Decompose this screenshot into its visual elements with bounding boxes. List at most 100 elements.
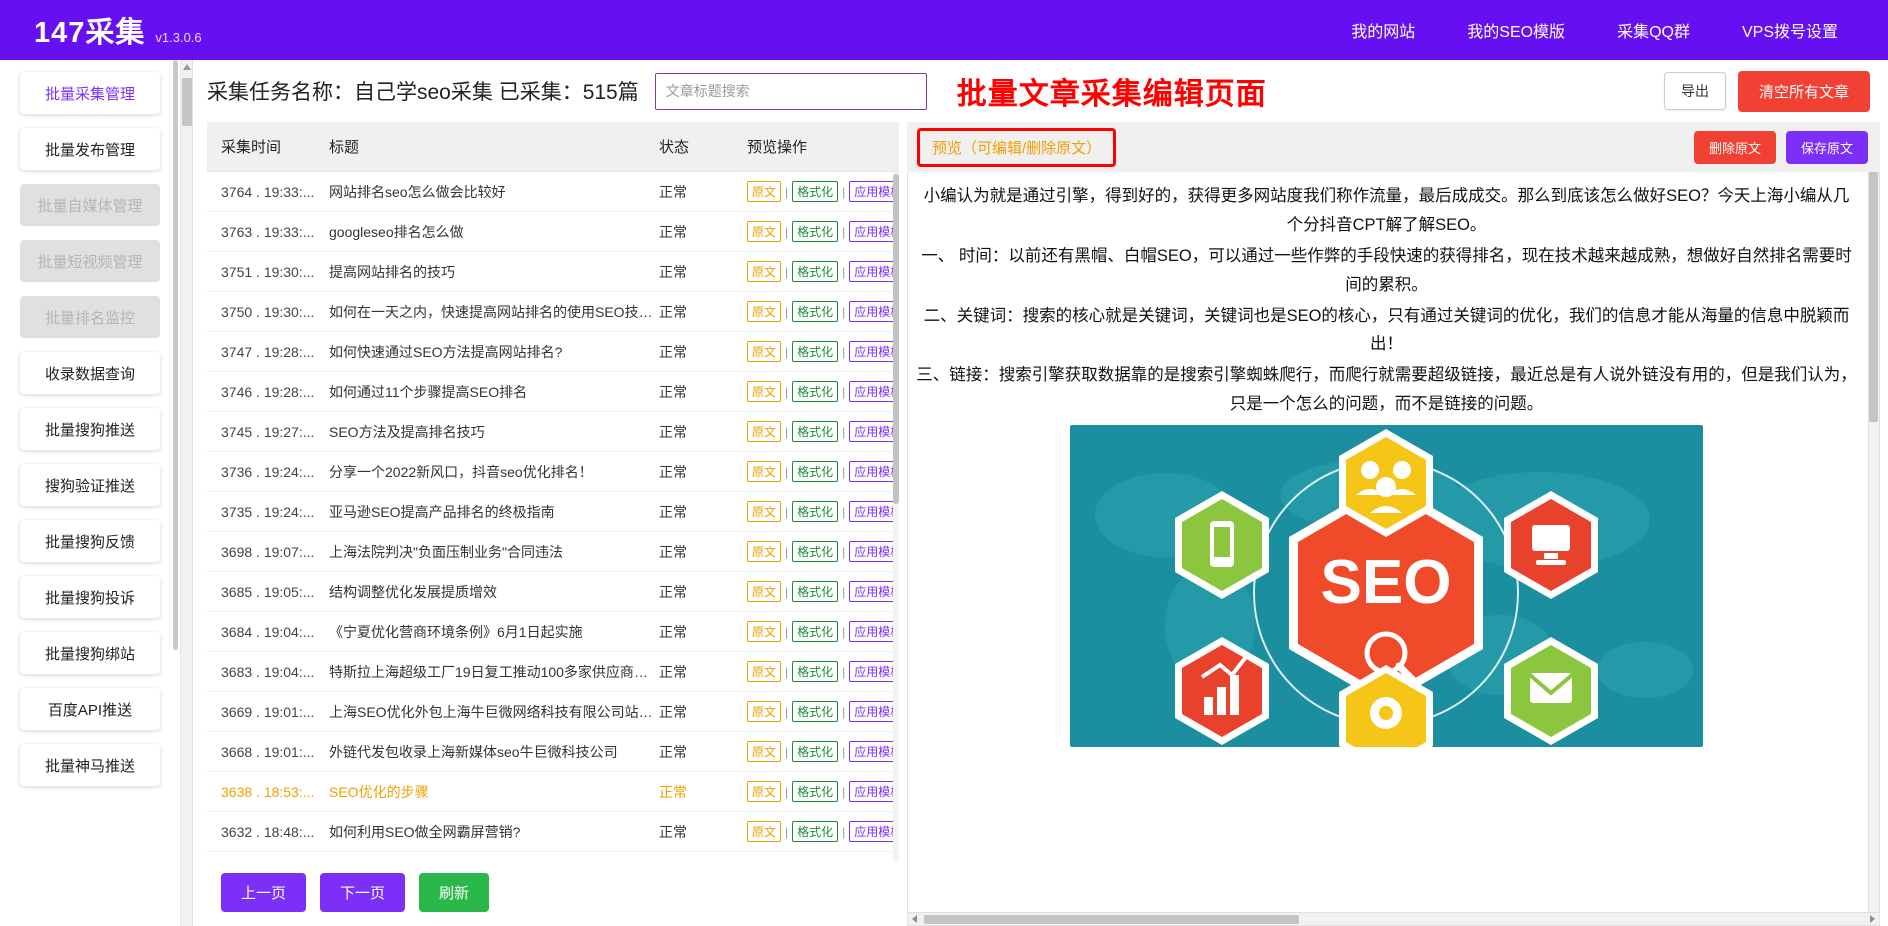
- sidebar-item-sogou-feedback[interactable]: 批量搜狗反馈: [20, 520, 160, 562]
- refresh-button[interactable]: 刷新: [419, 873, 489, 912]
- table-row[interactable]: 3747 . 19:28:...如何快速通过SEO方法提高网站排名?正常原文|格…: [207, 332, 899, 372]
- prev-page-button[interactable]: 上一页: [221, 873, 306, 912]
- scroll-right-arrow-icon[interactable]: [1870, 915, 1875, 923]
- sidebar-item-batch-publish[interactable]: 批量发布管理: [20, 128, 160, 170]
- view-original-link[interactable]: 原文: [747, 621, 781, 642]
- apply-template-link[interactable]: 应用模板: [849, 701, 899, 722]
- cell-title[interactable]: SEO方法及提高排名技巧: [329, 412, 659, 452]
- cell-title[interactable]: 亚马逊SEO提高产品排名的终极指南: [329, 492, 659, 532]
- view-original-link[interactable]: 原文: [747, 341, 781, 362]
- table-row[interactable]: 3684 . 19:04:...《宁夏优化营商环境条例》6月1日起实施正常原文|…: [207, 612, 899, 652]
- apply-template-link[interactable]: 应用模板: [849, 341, 899, 362]
- preview-content[interactable]: 小编认为就是通过引擎，得到好的，获得更多网站度我们称作流量，最后成成交。那么到底…: [907, 172, 1880, 926]
- view-original-link[interactable]: 原文: [747, 221, 781, 242]
- format-link[interactable]: 格式化: [792, 821, 838, 842]
- apply-template-link[interactable]: 应用模板: [849, 741, 899, 762]
- apply-template-link[interactable]: 应用模板: [849, 301, 899, 322]
- table-row[interactable]: 3632 . 18:48:...如何利用SEO做全网霸屏营销?正常原文|格式化|…: [207, 812, 899, 852]
- cell-title[interactable]: 上海SEO优化外包上海牛巨微网络科技有限公司站群...: [329, 692, 659, 732]
- next-page-button[interactable]: 下一页: [320, 873, 405, 912]
- apply-template-link[interactable]: 应用模板: [849, 821, 899, 842]
- cell-title[interactable]: 网站排名seo怎么做会比较好: [329, 172, 659, 212]
- table-scroll-thumb[interactable]: [893, 174, 899, 504]
- view-original-link[interactable]: 原文: [747, 581, 781, 602]
- cell-title[interactable]: 如何利用SEO做全网霸屏营销?: [329, 812, 659, 852]
- scroll-thumb[interactable]: [182, 78, 192, 126]
- cell-title[interactable]: googleseo排名怎么做: [329, 212, 659, 252]
- format-link[interactable]: 格式化: [792, 381, 838, 402]
- apply-template-link[interactable]: 应用模板: [849, 781, 899, 802]
- apply-template-link[interactable]: 应用模板: [849, 621, 899, 642]
- preview-horizontal-scrollbar[interactable]: [908, 912, 1879, 925]
- apply-template-link[interactable]: 应用模板: [849, 541, 899, 562]
- view-original-link[interactable]: 原文: [747, 461, 781, 482]
- view-original-link[interactable]: 原文: [747, 261, 781, 282]
- cell-title[interactable]: 特斯拉上海超级工厂19日复工推动100多家供应商协...: [329, 652, 659, 692]
- preview-hscroll-thumb[interactable]: [924, 915, 1299, 924]
- view-original-link[interactable]: 原文: [747, 821, 781, 842]
- sidebar-item-sogou-bind-site[interactable]: 批量搜狗绑站: [20, 632, 160, 674]
- view-original-link[interactable]: 原文: [747, 501, 781, 522]
- format-link[interactable]: 格式化: [792, 541, 838, 562]
- sidebar-item-sogou-complaint[interactable]: 批量搜狗投诉: [20, 576, 160, 618]
- format-link[interactable]: 格式化: [792, 221, 838, 242]
- format-link[interactable]: 格式化: [792, 301, 838, 322]
- view-original-link[interactable]: 原文: [747, 781, 781, 802]
- format-link[interactable]: 格式化: [792, 781, 838, 802]
- cell-title[interactable]: 如何在一天之内，快速提高网站排名的使用SEO技巧...: [329, 292, 659, 332]
- preview-vertical-scrollbar[interactable]: [1868, 172, 1879, 925]
- table-row[interactable]: 3750 . 19:30:...如何在一天之内，快速提高网站排名的使用SEO技巧…: [207, 292, 899, 332]
- sidebar-item-shenma-push[interactable]: 批量神马推送: [20, 744, 160, 786]
- format-link[interactable]: 格式化: [792, 501, 838, 522]
- table-row[interactable]: 3746 . 19:28:...如何通过11个步骤提高SEO排名正常原文|格式化…: [207, 372, 899, 412]
- format-link[interactable]: 格式化: [792, 461, 838, 482]
- cell-title[interactable]: 如何通过11个步骤提高SEO排名: [329, 372, 659, 412]
- nav-vps-dial-settings[interactable]: VPS拨号设置: [1720, 9, 1860, 51]
- apply-template-link[interactable]: 应用模板: [849, 501, 899, 522]
- apply-template-link[interactable]: 应用模板: [849, 581, 899, 602]
- format-link[interactable]: 格式化: [792, 261, 838, 282]
- table-row[interactable]: 3638 . 18:53:...SEO优化的步骤正常原文|格式化|应用模板: [207, 772, 899, 812]
- cell-title[interactable]: 《宁夏优化营商环境条例》6月1日起实施: [329, 612, 659, 652]
- table-scrollbar[interactable]: [893, 172, 899, 861]
- clear-all-articles-button[interactable]: 清空所有文章: [1738, 71, 1870, 112]
- format-link[interactable]: 格式化: [792, 701, 838, 722]
- table-row[interactable]: 3668 . 19:01:...外链代发包收录上海新媒体seo牛巨微科技公司正常…: [207, 732, 899, 772]
- main-vertical-scrollbar[interactable]: [181, 60, 193, 926]
- view-original-link[interactable]: 原文: [747, 741, 781, 762]
- table-row[interactable]: 3669 . 19:01:...上海SEO优化外包上海牛巨微网络科技有限公司站群…: [207, 692, 899, 732]
- cell-title[interactable]: 上海法院判决"负面压制业务"合同违法: [329, 532, 659, 572]
- save-original-button[interactable]: 保存原文: [1786, 131, 1868, 164]
- cell-title[interactable]: 分享一个2022新风口，抖音seo优化排名！: [329, 452, 659, 492]
- format-link[interactable]: 格式化: [792, 581, 838, 602]
- table-row[interactable]: 3685 . 19:05:...结构调整优化发展提质增效正常原文|格式化|应用模…: [207, 572, 899, 612]
- scroll-left-arrow-icon[interactable]: [912, 915, 917, 923]
- view-original-link[interactable]: 原文: [747, 181, 781, 202]
- format-link[interactable]: 格式化: [792, 621, 838, 642]
- table-row[interactable]: 3745 . 19:27:...SEO方法及提高排名技巧正常原文|格式化|应用模…: [207, 412, 899, 452]
- export-button[interactable]: 导出: [1664, 72, 1726, 110]
- apply-template-link[interactable]: 应用模板: [849, 221, 899, 242]
- sidebar-item-batch-collect[interactable]: 批量采集管理: [20, 72, 160, 114]
- sidebar-scrollbar[interactable]: [173, 60, 178, 650]
- view-original-link[interactable]: 原文: [747, 301, 781, 322]
- format-link[interactable]: 格式化: [792, 341, 838, 362]
- table-row[interactable]: 3735 . 19:24:...亚马逊SEO提高产品排名的终极指南正常原文|格式…: [207, 492, 899, 532]
- apply-template-link[interactable]: 应用模板: [849, 661, 899, 682]
- nav-collect-qq-group[interactable]: 采集QQ群: [1595, 9, 1712, 51]
- view-original-link[interactable]: 原文: [747, 701, 781, 722]
- cell-title[interactable]: 结构调整优化发展提质增效: [329, 572, 659, 612]
- sidebar-item-sogou-verify-push[interactable]: 搜狗验证推送: [20, 464, 160, 506]
- view-original-link[interactable]: 原文: [747, 381, 781, 402]
- scroll-up-arrow-icon[interactable]: [183, 64, 191, 70]
- view-original-link[interactable]: 原文: [747, 541, 781, 562]
- cell-title[interactable]: 如何快速通过SEO方法提高网站排名?: [329, 332, 659, 372]
- apply-template-link[interactable]: 应用模板: [849, 181, 899, 202]
- nav-my-seo-template[interactable]: 我的SEO模版: [1445, 9, 1587, 51]
- apply-template-link[interactable]: 应用模板: [849, 381, 899, 402]
- table-row[interactable]: 3764 . 19:33:...网站排名seo怎么做会比较好正常原文|格式化|应…: [207, 172, 899, 212]
- delete-original-button[interactable]: 删除原文: [1694, 131, 1776, 164]
- view-original-link[interactable]: 原文: [747, 421, 781, 442]
- format-link[interactable]: 格式化: [792, 661, 838, 682]
- table-row[interactable]: 3683 . 19:04:...特斯拉上海超级工厂19日复工推动100多家供应商…: [207, 652, 899, 692]
